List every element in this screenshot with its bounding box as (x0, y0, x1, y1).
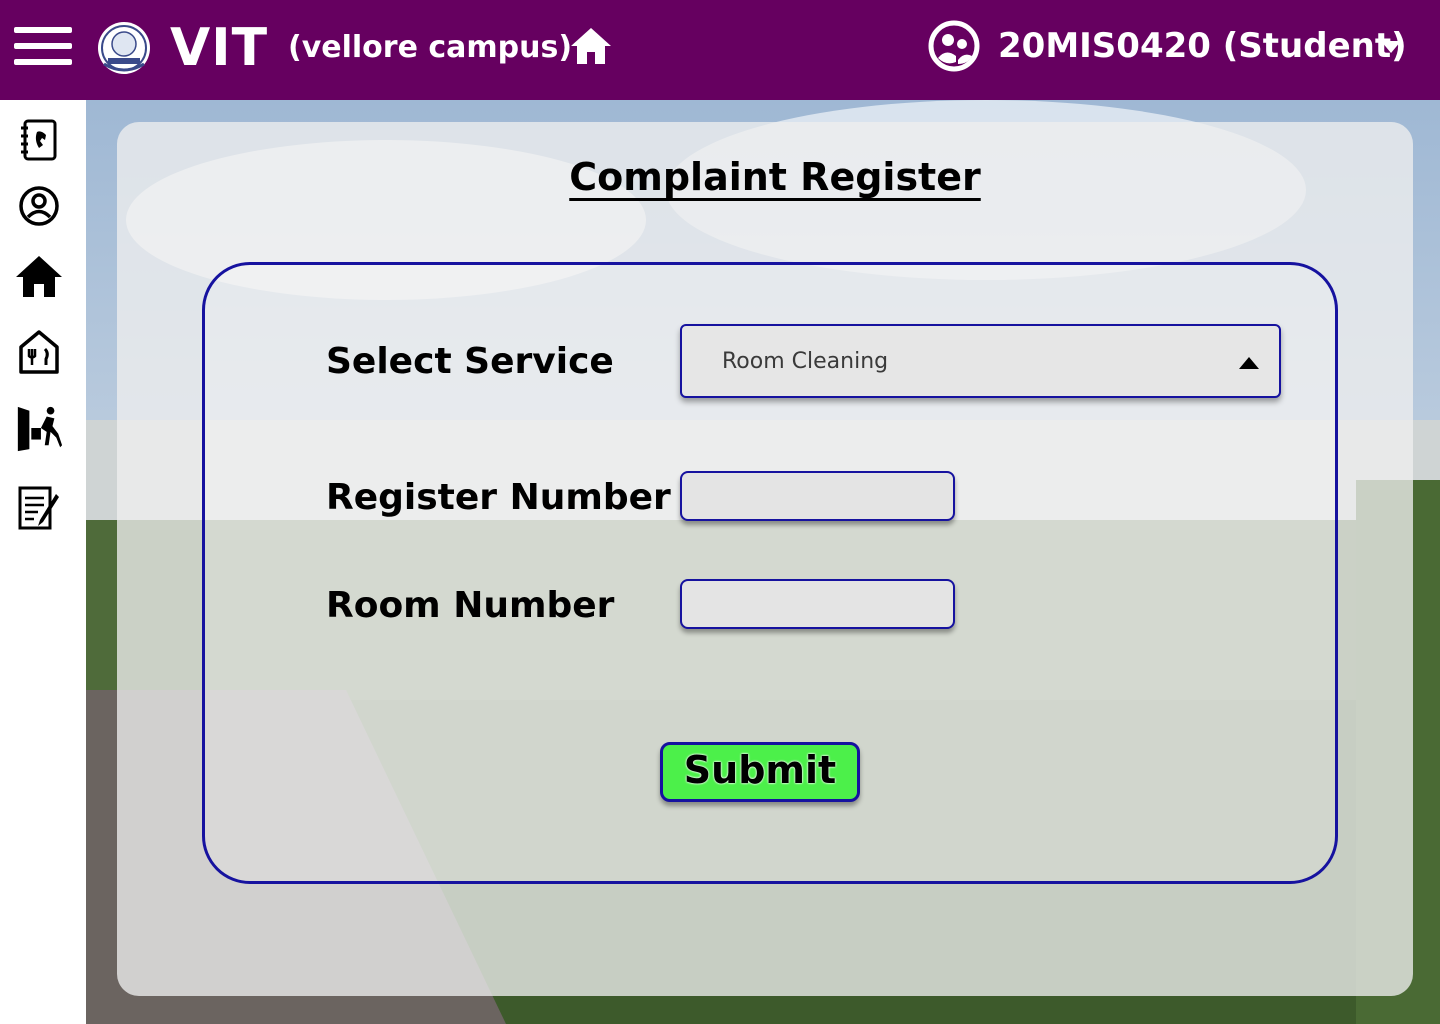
room-number-label: Room Number (326, 585, 615, 626)
room-number-input[interactable] (680, 579, 955, 629)
sidebar (0, 100, 86, 1024)
vit-logo (96, 20, 152, 76)
page-title: Complaint Register (569, 155, 981, 199)
brand-title: VIT (170, 18, 269, 78)
top-bar: VIT (vellore campus) 20MIS0420 (Student) (0, 0, 1440, 100)
service-select[interactable]: Room Cleaning (680, 324, 1281, 398)
user-id-label[interactable]: 20MIS0420 (Student) (998, 24, 1407, 68)
mess-restaurant-icon[interactable] (14, 326, 64, 378)
caret-up-icon (1239, 356, 1259, 369)
register-number-label: Register Number (326, 477, 671, 518)
campus-subtitle: (vellore campus) (288, 30, 573, 65)
register-number-input[interactable] (680, 471, 955, 521)
home-icon[interactable] (568, 24, 614, 68)
user-avatar-icon[interactable] (926, 18, 982, 74)
home-icon[interactable] (14, 250, 64, 302)
service-selected-value: Room Cleaning (722, 349, 889, 374)
complaint-form-icon[interactable] (14, 482, 64, 534)
hamburger-menu-icon[interactable] (14, 24, 72, 68)
leave-exit-icon[interactable] (14, 402, 64, 454)
service-label: Select Service (326, 341, 614, 382)
submit-button[interactable]: Submit (660, 742, 860, 802)
chevron-down-icon[interactable] (1380, 40, 1402, 54)
